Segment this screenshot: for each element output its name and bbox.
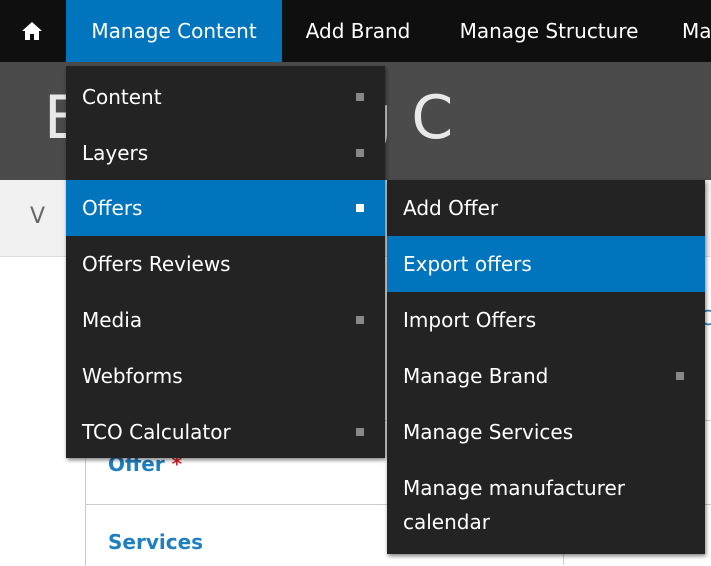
- menu-item-label: TCO Calculator: [82, 420, 231, 444]
- menu-item-media[interactable]: Media: [66, 292, 385, 348]
- submenu-indicator-icon: [356, 93, 364, 101]
- submenu-item-add-offer[interactable]: Add Offer: [387, 180, 705, 236]
- toolbar-add-brand[interactable]: Add Brand: [283, 0, 433, 62]
- menu-item-layers[interactable]: Layers: [66, 125, 385, 181]
- submenu-item-manage-brand[interactable]: Manage Brand: [387, 348, 705, 404]
- toolbar-item-truncated[interactable]: Ma: [666, 0, 711, 62]
- menu-item-offers[interactable]: Offers: [66, 180, 385, 236]
- menu-item-label: Manage Brand: [403, 364, 549, 388]
- menu-item-label: Offers: [82, 196, 143, 220]
- menu-item-label: Media: [82, 308, 143, 332]
- submenu-item-manage-services[interactable]: Manage Services: [387, 404, 705, 460]
- manage-content-dropdown: Content Layers Offers Offers Reviews Med…: [66, 66, 385, 458]
- submenu-indicator-icon: [356, 204, 364, 212]
- menu-item-label: Offers Reviews: [82, 252, 231, 276]
- submenu-indicator-icon: [356, 316, 364, 324]
- submenu-item-manage-manufacturer-calendar[interactable]: Manage manufacturer calendar: [387, 460, 705, 554]
- menu-item-tco-calculator[interactable]: TCO Calculator: [66, 404, 385, 460]
- submenu-indicator-icon: [356, 149, 364, 157]
- submenu-item-export-offers[interactable]: Export offers: [387, 236, 705, 292]
- menu-item-label: Import Offers: [403, 308, 537, 332]
- submenu-item-import-offers[interactable]: Import Offers: [387, 292, 705, 348]
- menu-item-label: Manage Services: [403, 420, 574, 444]
- menu-item-label: Layers: [82, 141, 149, 165]
- services-field-label: Services: [108, 530, 204, 554]
- menu-item-label: Content: [82, 85, 162, 109]
- admin-toolbar: Manage Content Add Brand Manage Structur…: [0, 0, 711, 62]
- offers-submenu: Add Offer Export offers Import Offers Ma…: [387, 180, 705, 554]
- menu-item-label: Webforms: [82, 364, 183, 388]
- menu-item-webforms[interactable]: Webforms: [66, 348, 385, 404]
- toolbar-home[interactable]: [0, 0, 66, 62]
- submenu-indicator-icon: [676, 372, 684, 380]
- submenu-indicator-icon: [356, 428, 364, 436]
- toolbar-manage-structure[interactable]: Manage Structure: [434, 0, 664, 62]
- menu-item-label: Manage manufacturer calendar: [403, 476, 626, 534]
- toolbar-manage-content[interactable]: Manage Content: [66, 0, 282, 62]
- menu-item-content[interactable]: Content: [66, 69, 385, 125]
- home-icon: [22, 22, 42, 40]
- tab-view[interactable]: V: [30, 204, 45, 230]
- menu-item-label: Add Offer: [403, 196, 499, 220]
- menu-item-label: Export offers: [403, 252, 532, 276]
- menu-item-offers-reviews[interactable]: Offers Reviews: [66, 236, 385, 292]
